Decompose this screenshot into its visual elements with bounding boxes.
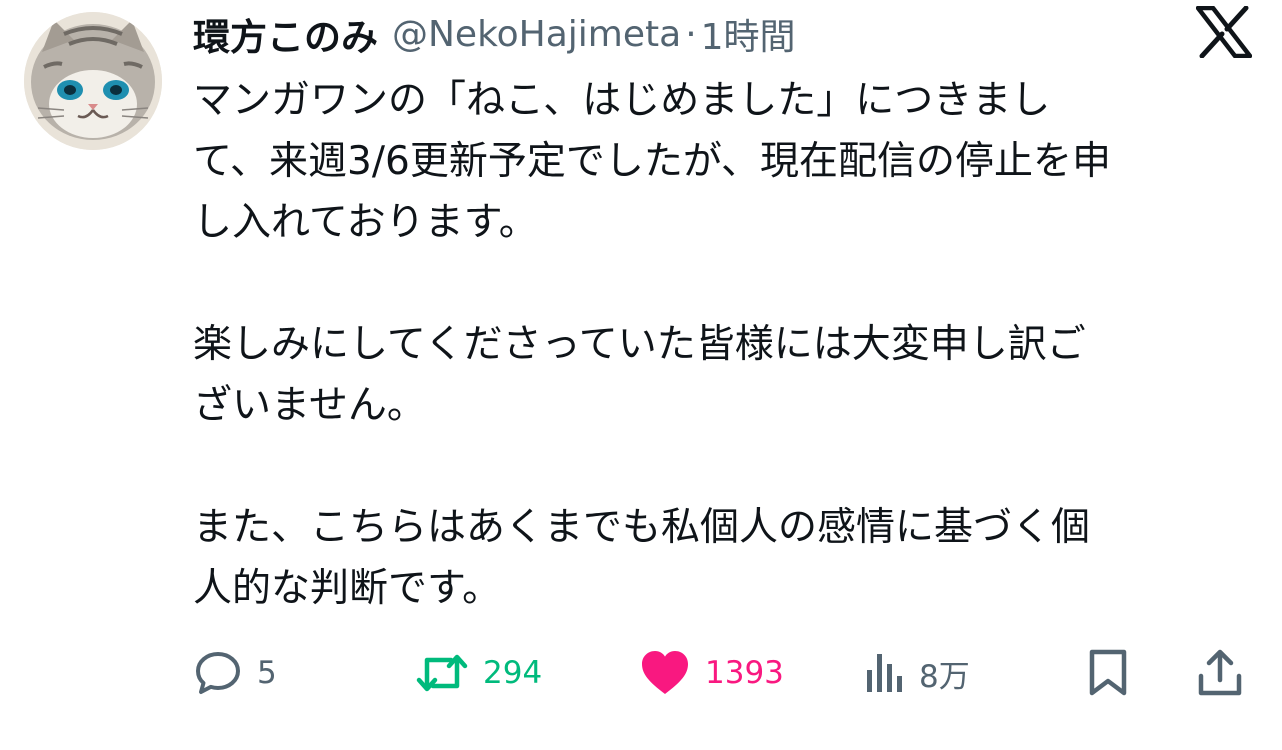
x-logo-icon (1196, 6, 1252, 58)
reply-button[interactable]: 5 (193, 645, 277, 701)
view-count: 8万 (919, 658, 970, 695)
share-icon (1198, 649, 1242, 696)
tweet: 環方このみ @NekoHajimeta · 1時間 マンガワンの「ねこ、はじめま… (0, 0, 1282, 750)
action-bar: 5 294 1393 8万 (193, 645, 1253, 701)
cat-avatar-icon (24, 12, 162, 150)
bookmark-icon (1089, 649, 1127, 696)
separator-dot: · (685, 13, 697, 55)
tweet-text: マンガワンの「ねこ、はじめました」につきまし て、来週3/6更新予定でしたが、現… (193, 70, 1263, 619)
tweet-line: 楽しみにしてくださっていた皆様には大変申し訳ご (193, 322, 1086, 367)
tweet-line: マンガワンの「ねこ、はじめました」につきまし (193, 78, 1051, 123)
tweet-line: また、こちらはあくまでも私個人の感情に基づく個 (193, 505, 1091, 550)
display-name[interactable]: 環方このみ (193, 7, 378, 61)
tweet-header: 環方このみ @NekoHajimeta · 1時間 (193, 4, 796, 64)
avatar[interactable] (24, 12, 162, 150)
reply-count: 5 (257, 655, 277, 691)
views-icon (867, 654, 902, 692)
tweet-paragraph: 楽しみにしてくださっていた皆様には大変申し訳ご ざいません。 (193, 314, 1263, 436)
views-button[interactable]: 8万 (865, 645, 970, 701)
tweet-paragraph: マンガワンの「ねこ、はじめました」につきまし て、来週3/6更新予定でしたが、現… (193, 70, 1263, 253)
tweet-line: し入れております。 (193, 200, 538, 245)
tweet-line: て、来週3/6更新予定でしたが、現在配信の停止を申 (193, 139, 1112, 184)
bookmark-button[interactable] (1088, 645, 1128, 701)
reply-icon (196, 652, 240, 694)
tweet-line: 人的な判断です。 (193, 566, 502, 611)
retweet-count: 294 (483, 655, 543, 691)
retweet-icon (416, 654, 468, 692)
share-button[interactable] (1197, 645, 1243, 701)
tweet-paragraph: また、こちらはあくまでも私個人の感情に基づく個 人的な判断です。 (193, 497, 1263, 619)
retweet-button[interactable]: 294 (415, 645, 542, 701)
like-button[interactable]: 1393 (639, 645, 784, 701)
tweet-line: ざいません。 (193, 383, 426, 428)
heart-icon (642, 651, 688, 694)
user-handle[interactable]: @NekoHajimeta (392, 14, 681, 55)
timestamp[interactable]: 1時間 (701, 8, 796, 60)
like-count: 1393 (705, 655, 784, 691)
